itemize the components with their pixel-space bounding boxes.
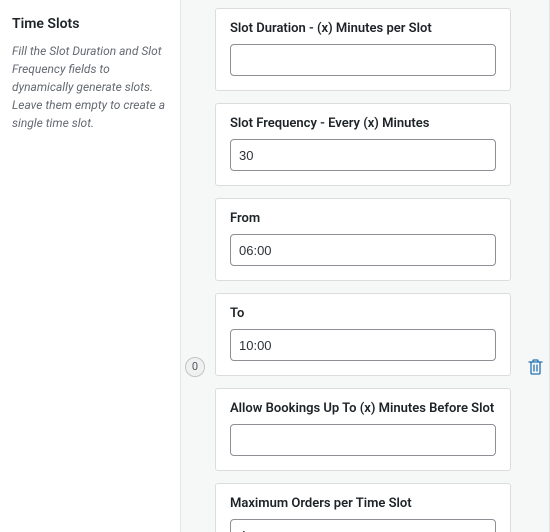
slot-duration-label: Slot Duration - (x) Minutes per Slot [230, 21, 496, 36]
slot-duration-input[interactable] [230, 44, 496, 76]
sidebar-description: Fill the Slot Duration and Slot Frequenc… [12, 42, 168, 132]
lockout-before-label: Allow Bookings Up To (x) Minutes Before … [230, 401, 496, 416]
from-field: From [215, 198, 511, 281]
max-orders-input[interactable] [230, 519, 496, 532]
slot-frequency-label: Slot Frequency - Every (x) Minutes [230, 116, 496, 131]
time-slot-rows: 0 Slot Duration - (x) Minutes per Slot S… [180, 0, 550, 532]
slot-frequency-input[interactable] [230, 139, 496, 171]
slot-frequency-field: Slot Frequency - Every (x) Minutes [215, 103, 511, 186]
time-slot-row: 0 Slot Duration - (x) Minutes per Slot S… [181, 0, 549, 532]
sidebar-title: Time Slots [12, 16, 168, 32]
lockout-before-field: Allow Bookings Up To (x) Minutes Before … [215, 388, 511, 471]
drag-handle[interactable]: 0 [185, 357, 205, 377]
settings-sidebar: Time Slots Fill the Slot Duration and Sl… [0, 0, 180, 532]
to-field: To [215, 293, 511, 376]
delete-slot-button[interactable] [528, 359, 543, 375]
max-orders-field: Maximum Orders per Time Slot [215, 483, 511, 532]
lockout-before-input[interactable] [230, 424, 496, 456]
to-label: To [230, 306, 496, 321]
from-label: From [230, 211, 496, 226]
trash-icon [528, 359, 543, 375]
to-input[interactable] [230, 329, 496, 361]
max-orders-label: Maximum Orders per Time Slot [230, 496, 496, 511]
from-input[interactable] [230, 234, 496, 266]
slot-duration-field: Slot Duration - (x) Minutes per Slot [215, 8, 511, 91]
